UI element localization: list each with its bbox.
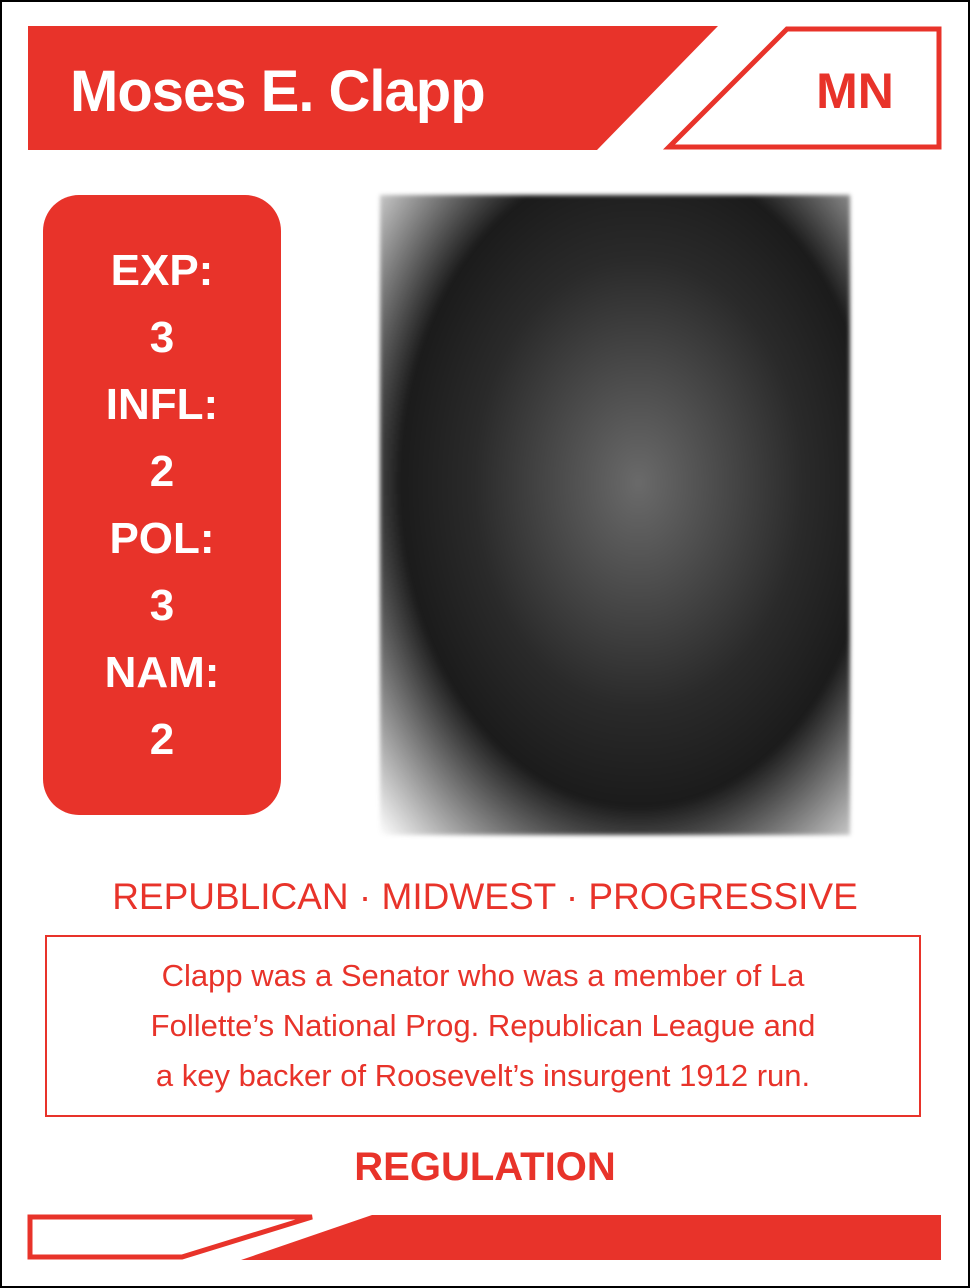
affiliation-tags: REPUBLICAN · MIDWEST · PROGRESSIVE (112, 876, 858, 917)
stat-nam-label: NAM: (104, 648, 220, 697)
stat-infl-label: INFL: (105, 380, 219, 429)
description-line: Clapp was a Senator who was a member of … (161, 958, 805, 993)
footer-filled-bar (241, 1215, 941, 1260)
stat-nam-value: 2 (149, 715, 175, 764)
description-line: a key backer of Roosevelt’s insurgent 19… (155, 1058, 811, 1093)
description-line: Follette’s National Prog. Republican Lea… (150, 1008, 816, 1043)
stats-panel: EXP: 3 INFL: 2 POL: 3 NAM: 2 (43, 195, 281, 815)
theme-label: REGULATION (354, 1145, 616, 1189)
stat-pol-label: POL: (109, 514, 215, 563)
portrait-photo (380, 195, 850, 835)
state-code: MN (816, 63, 894, 119)
politician-name: Moses E. Clapp (70, 59, 486, 124)
stat-exp-label: EXP: (110, 246, 214, 295)
stat-exp-value: 3 (149, 313, 175, 362)
description-box: Clapp was a Senator who was a member of … (45, 935, 921, 1117)
stat-infl-value: 2 (149, 447, 175, 496)
stat-pol-value: 3 (149, 581, 175, 630)
